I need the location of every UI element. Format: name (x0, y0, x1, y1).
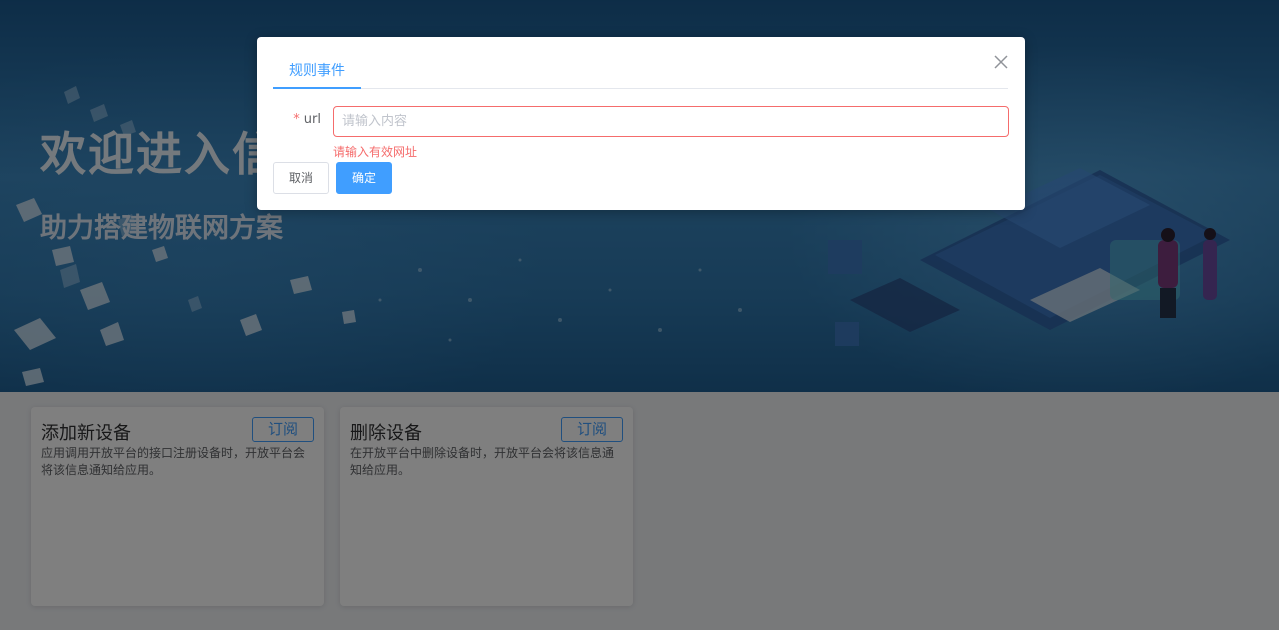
url-field-label: * url (289, 112, 321, 127)
tab-active-indicator (273, 87, 361, 89)
url-input[interactable] (333, 106, 1009, 137)
confirm-button[interactable]: 确定 (336, 162, 392, 194)
tab-rule-event[interactable]: 规则事件 (273, 55, 361, 89)
required-mark: * (293, 112, 300, 127)
cancel-button[interactable]: 取消 (273, 162, 329, 194)
rule-event-dialog: 规则事件 *url 请输入有效网址 取消 确定 (257, 37, 1025, 210)
url-error-message: 请输入有效网址 (333, 145, 418, 159)
url-label-text: url (303, 112, 321, 127)
close-icon[interactable] (992, 53, 1010, 71)
dialog-tabs: 规则事件 (273, 55, 1008, 89)
tab-label: 规则事件 (289, 63, 345, 79)
